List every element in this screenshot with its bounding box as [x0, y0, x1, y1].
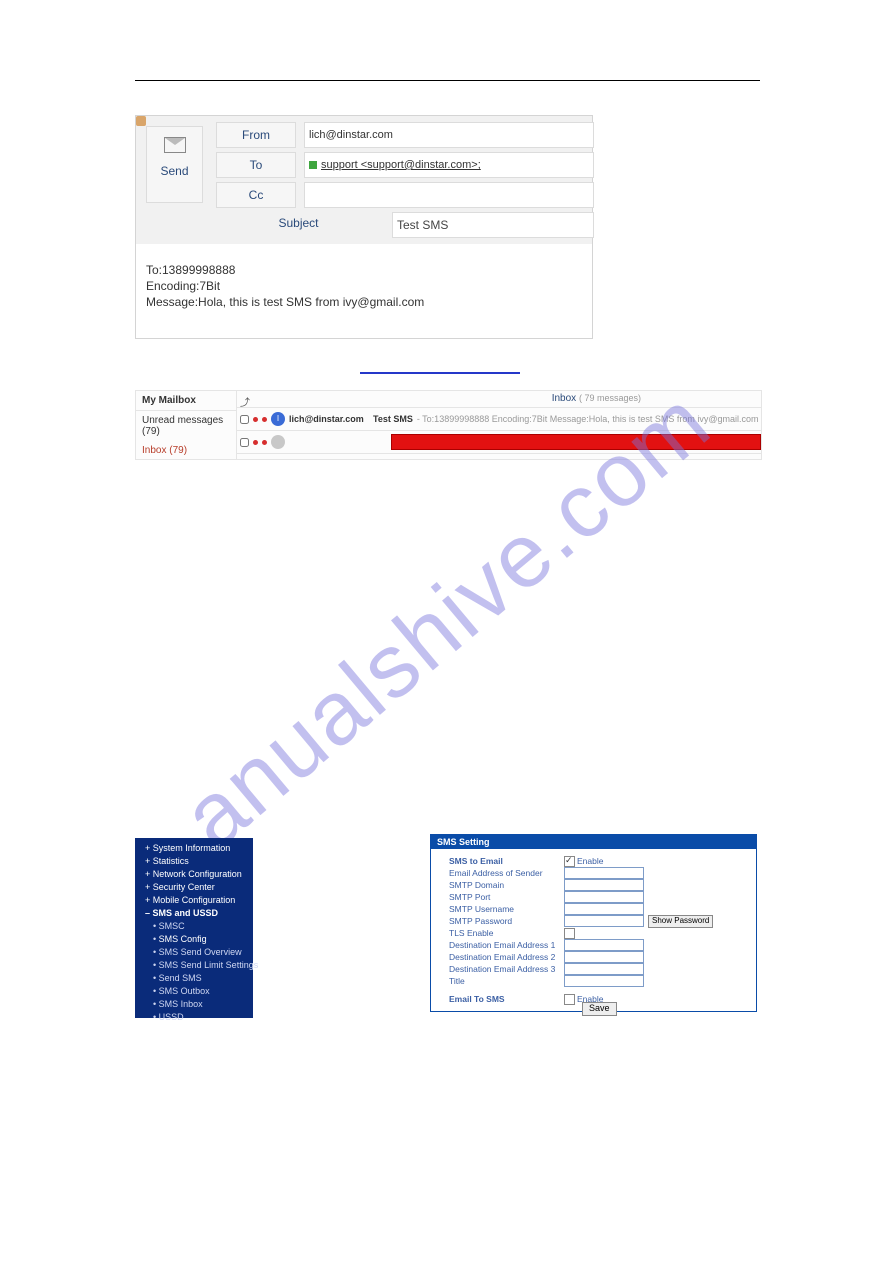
flag-dot-icon: [262, 417, 267, 422]
nav-system-information[interactable]: System Information: [135, 842, 253, 855]
smtp-port-input[interactable]: [564, 891, 644, 903]
email-to-sms-title: Email To SMS: [449, 994, 564, 1004]
sidebar-item-unread[interactable]: Unread messages (79): [136, 411, 236, 441]
mailbox-sidebar: My Mailbox Unread messages (79) Inbox (7…: [136, 391, 237, 459]
sms-setting-panel: SMS Setting SMS to Email Enable Email Ad…: [430, 834, 757, 1012]
dest1-label: Destination Email Address 1: [449, 940, 564, 950]
from-field[interactable]: lich@dinstar.com: [304, 122, 594, 148]
contact-chip-icon: [309, 161, 317, 169]
nav-ussd[interactable]: USSD: [135, 1011, 253, 1024]
cc-label-button[interactable]: Cc: [216, 182, 296, 208]
link-underline: [360, 372, 520, 374]
mailbox-title: My Mailbox: [136, 391, 236, 411]
send-label: Send: [147, 164, 202, 178]
nav-smsc[interactable]: SMSC: [135, 920, 253, 933]
contact-icon: [136, 116, 146, 126]
back-icon[interactable]: ⤴: [240, 394, 250, 409]
inbox-header: Inbox ( 79 messages): [552, 393, 641, 404]
nav-network-configuration[interactable]: Network Configuration: [135, 868, 253, 881]
email-composer: Send From lich@dinstar.com To support <s…: [135, 115, 593, 339]
sms-to-email-enable-checkbox[interactable]: [564, 856, 575, 867]
subject-field[interactable]: Test SMS: [392, 212, 594, 238]
mailbox-header: ⤴ Inbox ( 79 messages): [236, 391, 761, 408]
row-subject: Test SMS: [373, 414, 413, 424]
nav-mobile-configuration[interactable]: Mobile Configuration: [135, 894, 253, 907]
cc-field[interactable]: [304, 182, 594, 208]
sms-to-email-title: SMS to Email: [449, 856, 564, 866]
avatar-icon: l: [271, 412, 285, 426]
dest3-input[interactable]: [564, 963, 644, 975]
smtp-password-label: SMTP Password: [449, 916, 564, 926]
smtp-password-input[interactable]: [564, 915, 644, 927]
subject-label: Subject: [216, 216, 381, 230]
show-password-button[interactable]: Show Password: [648, 915, 713, 928]
config-sidebar: System Information Statistics Network Co…: [135, 838, 253, 1018]
smtp-username-input[interactable]: [564, 903, 644, 915]
to-field[interactable]: support <support@dinstar.com>;: [304, 152, 594, 178]
nav-sms-config[interactable]: SMS Config: [135, 933, 253, 946]
dest3-label: Destination Email Address 3: [449, 964, 564, 974]
flag-dot-icon: [262, 440, 267, 445]
inbox-header-count: ( 79 messages): [579, 393, 641, 403]
message-row[interactable]: l lich@dinstar.com Test SMS - To:1389999…: [236, 408, 761, 431]
tls-enable-label: TLS Enable: [449, 928, 564, 938]
nav-sms-inbox[interactable]: SMS Inbox: [135, 998, 253, 1011]
inbox-header-label: Inbox: [552, 393, 576, 404]
to-value: support <support@dinstar.com>;: [321, 159, 481, 171]
nav-statistics[interactable]: Statistics: [135, 855, 253, 868]
smtp-domain-input[interactable]: [564, 879, 644, 891]
sidebar-item-inbox[interactable]: Inbox (79): [136, 441, 236, 460]
save-button[interactable]: Save: [582, 1002, 617, 1016]
from-label-button[interactable]: From: [216, 122, 296, 148]
envelope-icon: [164, 137, 186, 153]
dest1-input[interactable]: [564, 939, 644, 951]
row-checkbox[interactable]: [240, 438, 249, 447]
nav-send-sms[interactable]: Send SMS: [135, 972, 253, 985]
enable-label: Enable: [577, 856, 603, 866]
email-sender-input[interactable]: [564, 867, 644, 879]
nav-sms-send-limit[interactable]: SMS Send Limit Settings: [135, 959, 253, 972]
row-sender: lich@dinstar.com: [289, 414, 369, 424]
email-to-sms-enable-checkbox[interactable]: [564, 994, 575, 1005]
dest2-input[interactable]: [564, 951, 644, 963]
nav-sms-send-overview[interactable]: SMS Send Overview: [135, 946, 253, 959]
row-preview: - To:13899998888 Encoding:7Bit Message:H…: [417, 414, 759, 424]
body-line: To:13899998888: [146, 262, 582, 278]
to-label-button[interactable]: To: [216, 152, 296, 178]
body-line: Encoding:7Bit: [146, 278, 582, 294]
mailbox-panel: My Mailbox Unread messages (79) Inbox (7…: [135, 390, 762, 460]
nav-manipulation-configuration[interactable]: Manipulation Configuration: [135, 1037, 253, 1050]
message-body[interactable]: To:13899998888 Encoding:7Bit Message:Hol…: [136, 244, 592, 338]
unread-dot-icon: [253, 417, 258, 422]
unread-dot-icon: [253, 440, 258, 445]
nav-sms-and-ussd[interactable]: SMS and USSD: [135, 907, 253, 920]
body-line: Message:Hola, this is test SMS from ivy@…: [146, 294, 582, 310]
smtp-domain-label: SMTP Domain: [449, 880, 564, 890]
redaction-bar: [391, 434, 761, 450]
tls-enable-checkbox[interactable]: [564, 928, 575, 939]
sms-setting-header: SMS Setting: [431, 835, 756, 849]
nav-sms-outbox[interactable]: SMS Outbox: [135, 985, 253, 998]
smtp-username-label: SMTP Username: [449, 904, 564, 914]
row-checkbox[interactable]: [240, 415, 249, 424]
title-input[interactable]: [564, 975, 644, 987]
message-row-redacted[interactable]: [236, 431, 761, 454]
avatar-icon: [271, 435, 285, 449]
smtp-port-label: SMTP Port: [449, 892, 564, 902]
title-field-label: Title: [449, 976, 564, 986]
send-button[interactable]: Send: [146, 126, 203, 203]
nav-routing-configuration[interactable]: Routing Configuration: [135, 1024, 253, 1037]
horizontal-rule: [135, 80, 760, 81]
dest2-label: Destination Email Address 2: [449, 952, 564, 962]
mailbox-main: ⤴ Inbox ( 79 messages) l lich@dinstar.co…: [236, 391, 761, 459]
email-sender-label: Email Address of Sender: [449, 868, 564, 878]
nav-security-center[interactable]: Security Center: [135, 881, 253, 894]
